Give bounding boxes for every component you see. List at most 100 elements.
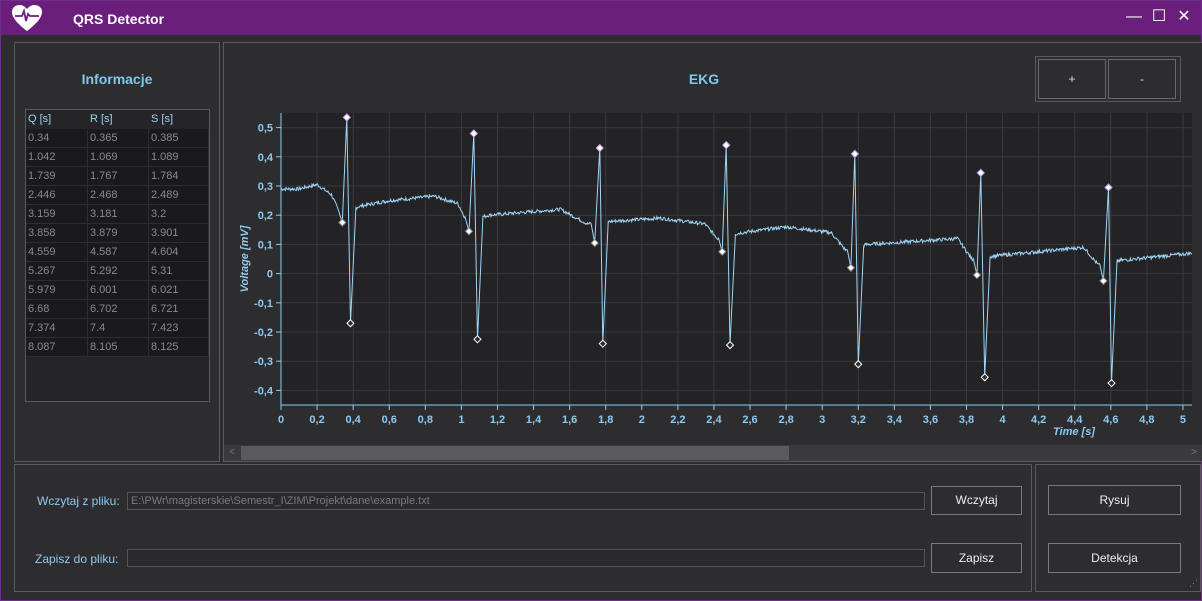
q-cell: 1.739 — [26, 167, 88, 186]
s-cell: 4.604 — [149, 243, 209, 262]
x-tick-label: 2,8 — [778, 414, 793, 426]
table-row[interactable]: 1.739 1.767 1.784 — [26, 167, 209, 186]
x-axis-label: Time [s] — [1053, 426, 1095, 438]
table-row[interactable]: 5.267 5.292 5.31 — [26, 262, 209, 281]
s-cell: 8.125 — [149, 338, 209, 357]
table-row[interactable]: 3.159 3.181 3.2 — [26, 205, 209, 224]
q-cell: 0.34 — [26, 129, 88, 148]
r-cell: 6.702 — [88, 300, 149, 319]
y-tick-label: 0,2 — [258, 210, 273, 222]
r-cell: 7.4 — [88, 319, 149, 338]
detect-button[interactable]: Detekcja — [1048, 543, 1181, 573]
column-header-r: R [s] — [90, 113, 113, 125]
s-cell: 2.489 — [149, 186, 209, 205]
s-cell: 5.31 — [149, 262, 209, 281]
s-cell: 3.901 — [149, 224, 209, 243]
table-row[interactable]: 1.042 1.069 1.089 — [26, 148, 209, 167]
scroll-right-icon[interactable]: > — [1186, 445, 1202, 461]
qrs-table[interactable]: Q [s] R [s] S [s] 0.34 0.365 0.385 1.042 1.0… — [25, 109, 210, 402]
column-header-q: Q [s] — [28, 113, 52, 125]
title-bar[interactable]: QRS Detector — ☐ ✕ — [1, 1, 1201, 35]
load-path-field[interactable]: E:\PWr\magisterskie\Semestr_I\ZIM\Projek… — [127, 492, 925, 510]
info-panel: Informacje Q [s] R [s] S [s] 0.34 0.365 0.… — [14, 42, 220, 462]
s-cell: 3.2 — [149, 205, 209, 224]
table-row[interactable]: 0.34 0.365 0.385 — [26, 129, 209, 148]
x-tick-label: 0,4 — [346, 414, 362, 426]
x-tick-label: 3,4 — [887, 414, 903, 426]
s-cell: 0.385 — [149, 129, 209, 148]
table-header: Q [s] R [s] S [s] — [26, 110, 209, 129]
r-cell: 6.001 — [88, 281, 149, 300]
heart-pulse-icon — [12, 5, 42, 31]
save-button[interactable]: Zapisz — [931, 543, 1022, 573]
y-tick-label: -0,4 — [254, 385, 274, 397]
s-cell: 6.021 — [149, 281, 209, 300]
x-tick-label: 4 — [1000, 414, 1007, 426]
q-cell: 3.858 — [26, 224, 88, 243]
q-cell: 7.374 — [26, 319, 88, 338]
table-row[interactable]: 2.446 2.468 2.489 — [26, 186, 209, 205]
q-cell: 6.68 — [26, 300, 88, 319]
load-file-label: Wczytaj z pliku: — [37, 494, 120, 508]
save-path-field[interactable] — [127, 549, 925, 567]
column-header-s: S [s] — [151, 113, 174, 125]
app-window: QRS Detector — ☐ ✕ Informacje Q [s] R [s… — [0, 0, 1202, 601]
q-cell: 3.159 — [26, 205, 88, 224]
x-tick-label: 4,8 — [1139, 414, 1154, 426]
table-row[interactable]: 4.559 4.587 4.604 — [26, 243, 209, 262]
x-tick-label: 4,6 — [1103, 414, 1118, 426]
chart-scrollbar[interactable]: < > — [224, 445, 1202, 461]
x-tick-label: 1,6 — [562, 414, 577, 426]
x-tick-label: 5 — [1180, 414, 1186, 426]
ekg-title: EKG — [688, 71, 720, 87]
resize-grip-icon[interactable]: ⋰ — [1189, 578, 1198, 589]
y-tick-label: 0,3 — [258, 181, 273, 193]
r-cell: 1.069 — [88, 148, 149, 167]
y-tick-label: -0,1 — [254, 298, 273, 310]
table-row[interactable]: 3.858 3.879 3.901 — [26, 224, 209, 243]
zoom-out-button[interactable]: - — [1108, 59, 1176, 99]
ekg-chart[interactable]: 0 0,2 0,4 0,6 0,8 1 1,2 1,4 1,6 1,8 2 2,2 2,4 2,6 2,8 3… — [224, 105, 1202, 445]
r-cell: 4.587 — [88, 243, 149, 262]
x-tick-label: 1,4 — [526, 414, 542, 426]
app-title: QRS Detector — [73, 11, 165, 27]
q-cell: 5.979 — [26, 281, 88, 300]
maximize-button[interactable]: ☐ — [1148, 7, 1170, 29]
table-row[interactable]: 5.979 6.001 6.021 — [26, 281, 209, 300]
table-row[interactable]: 7.374 7.4 7.423 — [26, 319, 209, 338]
r-cell: 8.105 — [88, 338, 149, 357]
x-tick-label: 0,2 — [309, 414, 324, 426]
draw-button[interactable]: Rysuj — [1048, 485, 1181, 515]
y-tick-label: -0,2 — [254, 327, 273, 339]
r-cell: 1.767 — [88, 167, 149, 186]
r-cell: 0.365 — [88, 129, 149, 148]
scroll-thumb[interactable] — [241, 446, 789, 460]
r-cell: 5.292 — [88, 262, 149, 281]
y-axis-label: Voltage [mV] — [239, 225, 251, 292]
info-title: Informacje — [81, 71, 153, 87]
x-tick-label: 4,4 — [1067, 414, 1083, 426]
zoom-in-button[interactable]: + — [1038, 59, 1106, 99]
x-tick-label: 2 — [639, 414, 645, 426]
ekg-panel: EKG + - 0 0,2 0,4 0,6 0,8 1 1,2 1,4 1,6 1,8 2 2,2 2,… — [223, 42, 1202, 462]
table-row[interactable]: 8.087 8.105 8.125 — [26, 338, 209, 357]
x-tick-label: 1,2 — [490, 414, 505, 426]
table-row[interactable]: 6.68 6.702 6.721 — [26, 300, 209, 319]
q-cell: 4.559 — [26, 243, 88, 262]
x-tick-label: 0,6 — [382, 414, 397, 426]
scroll-left-icon[interactable]: < — [224, 445, 240, 461]
x-tick-label: 0 — [278, 414, 284, 426]
x-tick-label: 3,8 — [959, 414, 974, 426]
x-tick-label: 3,6 — [923, 414, 938, 426]
minimize-button[interactable]: — — [1123, 7, 1145, 29]
r-cell: 3.181 — [88, 205, 149, 224]
r-cell: 3.879 — [88, 224, 149, 243]
action-panel: Rysuj Detekcja ⋰ — [1035, 464, 1201, 592]
x-tick-label: 2,4 — [706, 414, 722, 426]
x-tick-label: 0,8 — [418, 414, 433, 426]
load-button[interactable]: Wczytaj — [931, 486, 1022, 515]
x-tick-label: 2,6 — [742, 414, 757, 426]
x-tick-label: 1,8 — [598, 414, 613, 426]
close-button[interactable]: ✕ — [1173, 7, 1195, 29]
r-cell: 2.468 — [88, 186, 149, 205]
